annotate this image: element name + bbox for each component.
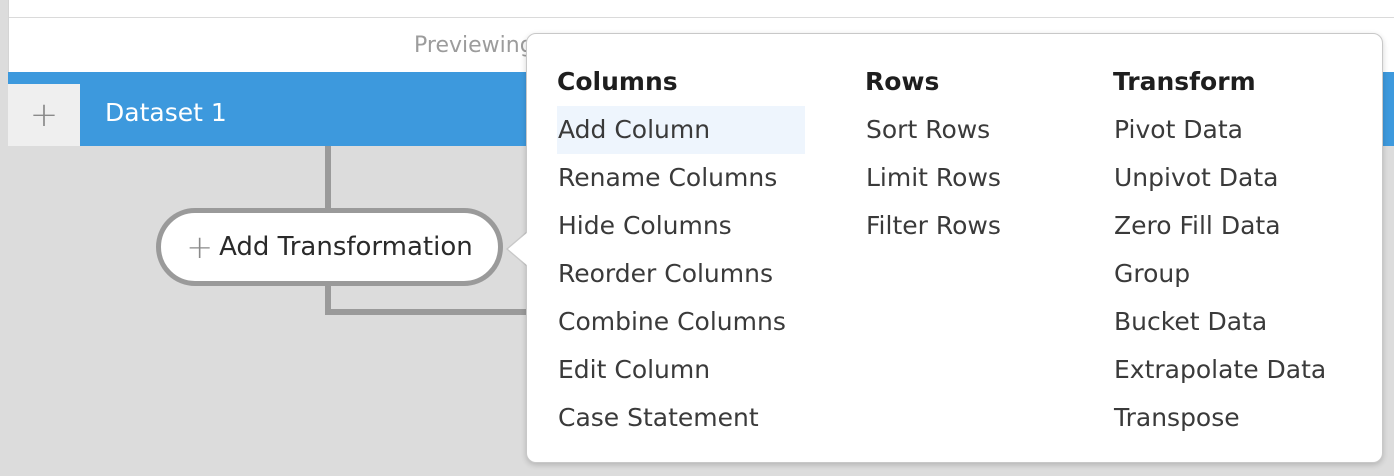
transformation-menu: Columns Add Column Rename Columns Hide C… [526, 33, 1383, 463]
menu-item-filter-rows[interactable]: Filter Rows [865, 202, 1075, 250]
menu-item-unpivot-data[interactable]: Unpivot Data [1113, 154, 1363, 202]
connector-line [325, 309, 535, 315]
plus-icon: + [186, 228, 214, 266]
menu-item-zero-fill-data[interactable]: Zero Fill Data [1113, 202, 1363, 250]
menu-item-extrapolate-data[interactable]: Extrapolate Data [1113, 346, 1363, 394]
add-transformation-label: Add Transformation [219, 232, 473, 262]
menu-item-limit-rows[interactable]: Limit Rows [865, 154, 1075, 202]
columns-section-title: Columns [557, 67, 678, 96]
dataset-tab-label[interactable]: Dataset 1 [105, 98, 227, 127]
columns-section: Columns Add Column Rename Columns Hide C… [557, 64, 805, 442]
menu-item-case-statement[interactable]: Case Statement [557, 394, 805, 442]
menu-item-reorder-columns[interactable]: Reorder Columns [557, 250, 805, 298]
rows-section: Rows Sort Rows Limit Rows Filter Rows [865, 64, 1075, 250]
rows-section-title: Rows [865, 67, 940, 96]
menu-item-edit-column[interactable]: Edit Column [557, 346, 805, 394]
menu-item-bucket-data[interactable]: Bucket Data [1113, 298, 1363, 346]
connector-line [325, 146, 331, 212]
menu-item-transpose[interactable]: Transpose [1113, 394, 1363, 442]
add-transformation-button[interactable]: + Add Transformation [156, 208, 503, 286]
menu-item-group[interactable]: Group [1113, 250, 1363, 298]
menu-item-combine-columns[interactable]: Combine Columns [557, 298, 805, 346]
popover-arrow-fill [508, 232, 528, 266]
menu-item-add-column[interactable]: Add Column [557, 106, 805, 154]
workspace: Previewing + Dataset 1 + Add Transformat… [0, 0, 1394, 476]
preview-status-text: Previewing [414, 33, 534, 58]
menu-item-sort-rows[interactable]: Sort Rows [865, 106, 1075, 154]
divider [9, 17, 1394, 18]
menu-item-pivot-data[interactable]: Pivot Data [1113, 106, 1363, 154]
menu-item-rename-columns[interactable]: Rename Columns [557, 154, 805, 202]
menu-item-hide-columns[interactable]: Hide Columns [557, 202, 805, 250]
transform-section-title: Transform [1113, 67, 1256, 96]
add-dataset-button[interactable]: + [8, 84, 80, 146]
transform-section: Transform Pivot Data Unpivot Data Zero F… [1113, 64, 1363, 442]
